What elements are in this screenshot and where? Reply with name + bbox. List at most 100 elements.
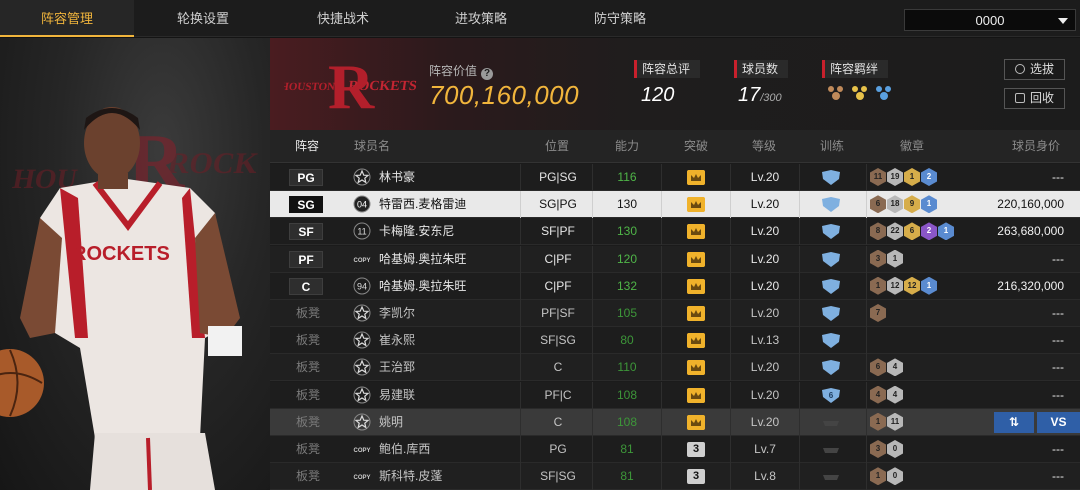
table-row[interactable]: 板凳 COPY 鲍伯.库西 PG 81 3 Lv.7 3 0 --- xyxy=(270,436,1080,463)
player-name[interactable]: 哈基姆.奥拉朱旺 xyxy=(379,246,466,273)
bench-slot-label: 板凳 xyxy=(296,414,321,429)
table-row[interactable]: PG 林书豪 PG|SG 116 Lv.20 11 19 1 2 --- xyxy=(270,164,1080,191)
column-divider xyxy=(661,164,662,191)
player-market-value: --- xyxy=(1052,170,1064,184)
player-level: Lv.20 xyxy=(750,224,780,239)
column-divider xyxy=(799,300,800,327)
badge-hex-icon: 12 xyxy=(887,276,903,295)
player-market-value: --- xyxy=(1052,306,1064,320)
column-header-slot: 阵容 xyxy=(295,139,320,153)
table-row[interactable]: C 94 哈基姆.奥拉朱旺 C|PF 132 Lv.20 1 12 12 1 216,320,000 xyxy=(270,272,1080,300)
tab-rotation-settings[interactable]: 轮换设置 xyxy=(138,0,268,37)
player-name[interactable]: 王治郅 xyxy=(379,354,415,381)
player-name[interactable]: 李凯尔 xyxy=(379,300,415,327)
training-empty-icon[interactable] xyxy=(821,417,841,429)
player-name[interactable]: 姚明 xyxy=(379,409,403,436)
bond-group-gold-icon[interactable] xyxy=(850,84,870,102)
lineup-select-dropdown[interactable]: 0000 xyxy=(904,9,1076,31)
position-slot-badge[interactable]: PG xyxy=(289,169,323,186)
bench-slot-label: 板凳 xyxy=(296,360,321,375)
compare-vs-button[interactable]: VS xyxy=(1037,411,1080,433)
table-row[interactable]: 板凳 李凯尔 PF|SF 105 Lv.20 7 --- xyxy=(270,300,1080,327)
team-bond-icons[interactable] xyxy=(826,84,894,102)
badge-hex-icon: 18 xyxy=(887,195,903,214)
column-divider xyxy=(661,272,662,300)
position-slot-badge[interactable]: PF xyxy=(289,250,323,268)
column-divider xyxy=(866,245,867,273)
position-slot-badge[interactable]: SF xyxy=(289,223,323,241)
badge-list[interactable]: 1 11 xyxy=(870,412,903,431)
position-slot-badge[interactable]: C xyxy=(289,277,323,295)
bench-slot-label: 板凳 xyxy=(296,306,321,320)
training-shield-icon[interactable] xyxy=(821,278,841,295)
column-divider xyxy=(661,463,662,490)
player-name[interactable]: 卡梅隆.安东尼 xyxy=(379,218,454,245)
crown-icon xyxy=(687,387,705,403)
badge-hex-icon: 1 xyxy=(904,168,920,186)
chevron-down-icon xyxy=(1058,18,1068,24)
table-row[interactable]: SF 11 卡梅隆.安东尼 SF|PF 130 Lv.20 8 22 6 2 1 263,680,00… xyxy=(270,218,1080,246)
badge-hex-icon: 11 xyxy=(887,412,903,431)
copy-card-icon: COPY xyxy=(353,258,370,264)
swap-button[interactable]: ⇅ xyxy=(994,411,1034,433)
player-name[interactable]: 易建联 xyxy=(379,382,415,409)
badge-list[interactable]: 11 19 1 2 xyxy=(870,168,937,186)
player-level: Lv.8 xyxy=(754,469,776,484)
select-player-button[interactable]: 选拔 xyxy=(1004,59,1065,80)
training-empty-icon[interactable] xyxy=(821,471,841,483)
table-row[interactable]: SG 04 特雷西.麦格雷迪 SG|PG 130 Lv.20 6 18 9 1 220,160,00… xyxy=(270,191,1080,219)
player-name[interactable]: 崔永熙 xyxy=(379,327,415,354)
training-shield-icon[interactable] xyxy=(821,169,841,186)
badge-list[interactable]: 6 18 9 1 xyxy=(870,195,937,214)
column-divider xyxy=(799,191,800,219)
training-shield-icon[interactable]: 6 xyxy=(821,387,841,404)
training-shield-icon[interactable] xyxy=(821,359,841,376)
position-slot-badge[interactable]: SG xyxy=(289,196,323,214)
recycle-button[interactable]: 回收 xyxy=(1004,88,1065,109)
player-name[interactable]: 斯科特.皮蓬 xyxy=(379,463,442,490)
table-row[interactable]: 板凳 王治郅 C 110 Lv.20 6 4 --- xyxy=(270,354,1080,382)
tab-lineup-management[interactable]: 阵容管理 xyxy=(0,0,134,37)
badge-list[interactable]: 7 xyxy=(870,304,886,322)
table-row[interactable]: 板凳 崔永熙 SF|SG 80 Lv.13 --- xyxy=(270,327,1080,355)
table-row[interactable]: 板凳 姚明 C 108 Lv.20 1 11 ⇅ VS xyxy=(270,408,1080,436)
tab-defense-strategy[interactable]: 防守策略 xyxy=(555,0,685,37)
player-level: Lv.20 xyxy=(750,306,780,320)
crown-icon xyxy=(687,251,705,267)
table-row[interactable]: PF COPY 哈基姆.奥拉朱旺 C|PF 120 Lv.20 3 1 --- xyxy=(270,245,1080,273)
tab-quick-tactics[interactable]: 快捷战术 xyxy=(278,0,408,37)
training-shield-icon[interactable] xyxy=(821,332,841,349)
player-name[interactable]: 哈基姆.奥拉朱旺 xyxy=(379,273,466,300)
help-icon[interactable]: ? xyxy=(481,68,494,80)
badge-list[interactable]: 10 xyxy=(870,467,903,486)
player-name[interactable]: 特雷西.麦格雷迪 xyxy=(379,191,466,218)
training-shield-icon[interactable] xyxy=(821,305,841,322)
badge-list[interactable]: 64 xyxy=(870,358,903,377)
player-ability: 116 xyxy=(617,170,637,184)
table-row[interactable]: 板凳 易建联 PF|C 108 Lv.20 6 4 4 --- xyxy=(270,381,1080,409)
training-shield-icon[interactable] xyxy=(821,251,841,268)
badge-list[interactable]: 44 xyxy=(870,385,903,404)
column-divider xyxy=(661,436,662,463)
table-row[interactable]: 板凳 COPY 斯科特.皮蓬 SF|SG 81 3 Lv.8 1 0 --- xyxy=(270,463,1080,490)
column-divider xyxy=(866,381,867,409)
column-divider xyxy=(661,300,662,327)
player-name[interactable]: 鲍伯.库西 xyxy=(379,436,430,463)
training-shield-icon[interactable] xyxy=(821,196,841,213)
column-divider xyxy=(520,354,521,382)
bond-group-bronze-icon[interactable] xyxy=(826,84,846,102)
badge-list[interactable]: 1 12 12 1 xyxy=(870,276,937,295)
tab-offense-strategy[interactable]: 进攻策略 xyxy=(416,0,546,37)
training-shield-icon[interactable] xyxy=(821,223,841,240)
breakthrough-level-badge: 3 xyxy=(687,442,705,457)
player-count-label: 球员数 xyxy=(734,60,788,78)
badge-list[interactable]: 31 xyxy=(870,249,903,268)
bond-group-blue-icon[interactable] xyxy=(874,84,894,102)
player-position: C xyxy=(553,360,563,375)
column-divider xyxy=(520,327,521,355)
star-icon xyxy=(353,386,371,404)
training-empty-icon[interactable] xyxy=(821,444,841,456)
badge-list[interactable]: 8 22 6 2 1 xyxy=(870,222,954,241)
badge-list[interactable]: 30 xyxy=(870,440,903,458)
player-name[interactable]: 林书豪 xyxy=(379,164,415,191)
